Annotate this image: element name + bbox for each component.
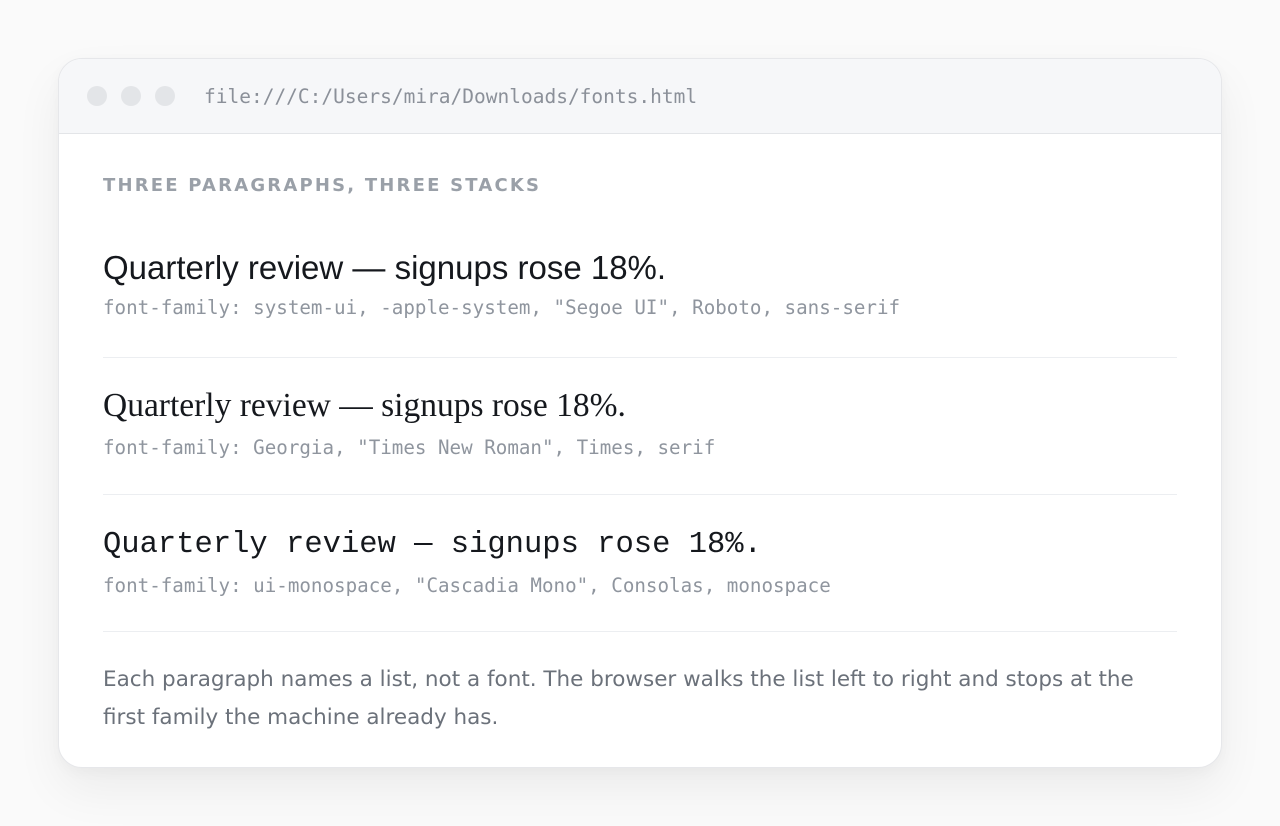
maximize-icon[interactable] [155,86,175,106]
sample-list: Quarterly review — signups rose 18%. fon… [103,217,1177,632]
sample-monospace: Quarterly review — signups rose 18%. fon… [103,495,1177,632]
font-stack-label: font-family: ui-monospace, "Cascadia Mon… [103,574,831,597]
window-controls [87,86,175,106]
font-stack-label: font-family: Georgia, "Times New Roman",… [103,436,716,459]
sample-text: Quarterly review — signups rose 18%. [103,387,626,424]
sample-system-ui: Quarterly review — signups rose 18%. fon… [103,217,1177,358]
section-heading: THREE PARAGRAPHS, THREE STACKS [103,175,542,196]
sample-text: Quarterly review — signups rose 18%. [103,249,667,286]
address-bar[interactable]: file:///C:/Users/mira/Downloads/fonts.ht… [204,85,697,108]
minimize-icon[interactable] [121,86,141,106]
explanation-note: Each paragraph names a list, not a font.… [103,667,1134,730]
page-content: THREE PARAGRAPHS, THREE STACKS Quarterly… [59,175,1221,737]
close-icon[interactable] [87,86,107,106]
sample-serif: Quarterly review — signups rose 18%. fon… [103,358,1177,495]
sample-text: Quarterly review — signups rose 18%. [103,528,762,562]
title-bar: file:///C:/Users/mira/Downloads/fonts.ht… [59,59,1221,134]
font-stack-label: font-family: system-ui, -apple-system, "… [103,296,901,319]
browser-window: file:///C:/Users/mira/Downloads/fonts.ht… [58,58,1222,768]
